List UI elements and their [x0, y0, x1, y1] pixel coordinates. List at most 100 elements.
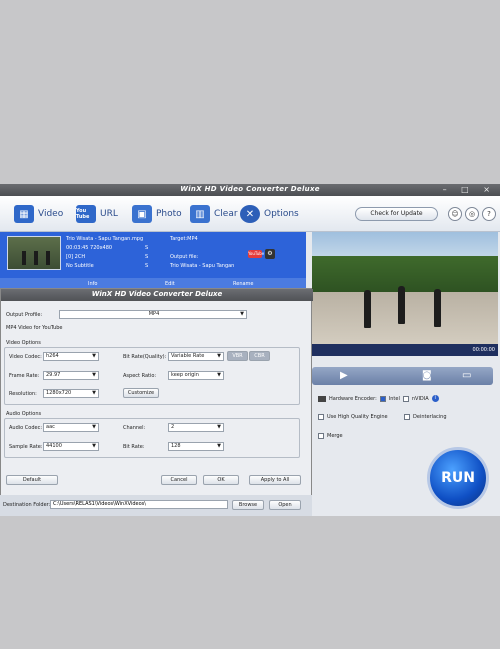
customize-button[interactable]: Customize [123, 388, 159, 398]
vbr-button[interactable]: VBR [227, 351, 248, 361]
destination-bar: Destination Folder: C:\Users\RELAS1\Vide… [0, 495, 312, 516]
bitrate-label: Bit Rate(Quality): [123, 354, 167, 360]
edit-button[interactable]: Edit [165, 281, 175, 287]
frame-rate-select[interactable]: 29.97 ▼ [43, 371, 99, 380]
options-icon: ✕ [240, 205, 260, 223]
preview-figure [364, 290, 371, 328]
preview-seekbar[interactable]: 00:00:00 [312, 344, 498, 356]
file-duration: 00:03:45 720x480 [66, 245, 113, 251]
cbr-button[interactable]: CBR [249, 351, 270, 361]
apply-to-all-button[interactable]: Apply to All [249, 475, 301, 485]
nvidia-checkbox[interactable] [402, 395, 409, 402]
browse-button[interactable]: Browse [232, 500, 264, 510]
hardware-encoder-row: Hardware Encoder: Intel nVIDIA i [318, 395, 439, 402]
clear-label: Clear [214, 209, 238, 219]
settings-icon[interactable]: ⚙ [265, 249, 275, 259]
url-label: URL [100, 209, 118, 219]
column-s: S [145, 263, 149, 269]
dialog-title: WinX HD Video Converter Deluxe [91, 290, 223, 298]
file-list-item[interactable]: Trio Wisata - Sapu Tangan.mpg 00:03:45 7… [0, 232, 306, 290]
user-icon[interactable]: ☺ [448, 207, 462, 221]
video-options-heading: Video Options [6, 340, 41, 346]
merge-option[interactable]: Merge [318, 433, 343, 439]
thumbnail-figure [34, 251, 38, 265]
rename-button[interactable]: Rename [233, 281, 254, 287]
bitrate-select[interactable]: Variable Rate ▼ [168, 352, 224, 361]
options-label: Options [264, 209, 299, 219]
snapshot-icon[interactable]: ◙ [422, 370, 432, 381]
photo-icon: ▣ [132, 205, 152, 223]
output-profile-select[interactable]: MP4 ▼ [59, 310, 247, 319]
resolution-label: Resolution: [9, 391, 37, 397]
frame-rate-value: 29.97 [46, 372, 61, 378]
destination-path-input[interactable]: C:\Users\RELAS1\Videos\WinXVideos\ [50, 500, 228, 509]
add-video-button[interactable]: ▦ Video [14, 204, 63, 224]
play-icon[interactable]: ▶ [340, 370, 348, 381]
destination-label: Destination Folder: [3, 502, 51, 508]
output-file-name: Trio Wisata - Sapu Tangan [170, 263, 235, 269]
column-s: S [145, 254, 149, 260]
audio-bitrate-value: 128 [171, 443, 181, 449]
output-file-label: Output file: [170, 254, 199, 260]
video-thumbnail [7, 236, 61, 270]
audio-codec-value: aac [46, 424, 55, 430]
cancel-button[interactable]: Cancel [161, 475, 197, 485]
help-icon[interactable]: ? [482, 207, 496, 221]
channel-select[interactable]: 2 ▼ [168, 423, 224, 432]
bitrate-value: Variable Rate [171, 353, 205, 359]
add-photo-button[interactable]: ▣ Photo [132, 204, 182, 224]
preview-figure [398, 286, 405, 324]
folder-icon[interactable]: ▭ [462, 370, 471, 381]
high-quality-label: Use High Quality Engine [327, 414, 388, 420]
video-codec-select[interactable]: h264 ▼ [43, 352, 99, 361]
aspect-ratio-select[interactable]: keep origin ▼ [168, 371, 224, 380]
youtube-icon: You Tube [76, 205, 96, 223]
audio-bitrate-label: Bit Rate: [123, 444, 145, 450]
film-icon: ▦ [14, 205, 34, 223]
target-format: Target:MP4 [170, 236, 198, 242]
aspect-ratio-label: Aspect Ratio: [123, 373, 157, 379]
clear-button[interactable]: ▥ Clear [190, 204, 238, 224]
high-quality-checkbox[interactable] [318, 414, 324, 420]
audio-codec-label: Audio Codec: [9, 425, 43, 431]
preview-figure [434, 289, 441, 327]
open-button[interactable]: Open [269, 500, 301, 510]
check-update-button[interactable]: Check for Update [355, 207, 438, 221]
info-button[interactable]: Info [88, 281, 97, 287]
audio-codec-select[interactable]: aac ▼ [43, 423, 99, 432]
default-button[interactable]: Default [6, 475, 58, 485]
hw-encoder-label: Hardware Encoder: [329, 395, 377, 402]
chevron-down-icon: ▼ [217, 353, 221, 359]
deinterlacing-option[interactable]: Deinterlacing [404, 414, 447, 420]
sample-rate-value: 44100 [46, 443, 62, 449]
info-icon[interactable]: i [431, 395, 439, 402]
merge-label: Merge [327, 433, 343, 439]
chevron-down-icon: ▼ [92, 390, 96, 396]
chevron-down-icon: ▼ [240, 311, 244, 317]
options-button[interactable]: ✕ Options [240, 204, 299, 224]
nvidia-label: nVIDIA [411, 395, 429, 402]
output-profile-dialog: WinX HD Video Converter Deluxe Output Pr… [0, 288, 313, 516]
sample-rate-label: Sample Rate: [9, 444, 43, 450]
youtube-url-button[interactable]: You Tube URL [76, 204, 118, 224]
audio-bitrate-select[interactable]: 128 ▼ [168, 442, 224, 451]
high-quality-option[interactable]: Use High Quality Engine [318, 414, 388, 420]
intel-checkbox[interactable] [379, 395, 386, 402]
globe-icon[interactable]: ◎ [465, 207, 479, 221]
run-button[interactable]: RUN [427, 447, 489, 509]
resolution-select[interactable]: 1280x720 ▼ [43, 389, 99, 398]
output-profile-label: Output Profile: [6, 312, 43, 318]
sample-rate-select[interactable]: 44100 ▼ [43, 442, 99, 451]
merge-checkbox[interactable] [318, 433, 324, 439]
deinterlacing-label: Deinterlacing [413, 414, 447, 420]
youtube-badge-icon: YouTube [248, 250, 265, 258]
file-name: Trio Wisata - Sapu Tangan.mpg [66, 236, 144, 242]
deinterlacing-checkbox[interactable] [404, 414, 410, 420]
app-title: WinX HD Video Converter Deluxe [180, 185, 320, 193]
dialog-title-bar: WinX HD Video Converter Deluxe [1, 289, 313, 301]
chevron-down-icon: ▼ [217, 443, 221, 449]
thumbnail-figure [22, 251, 26, 265]
ok-button[interactable]: OK [203, 475, 239, 485]
file-subtitle: No Subtitle [66, 263, 94, 269]
window-controls[interactable]: – □ × [443, 185, 496, 194]
